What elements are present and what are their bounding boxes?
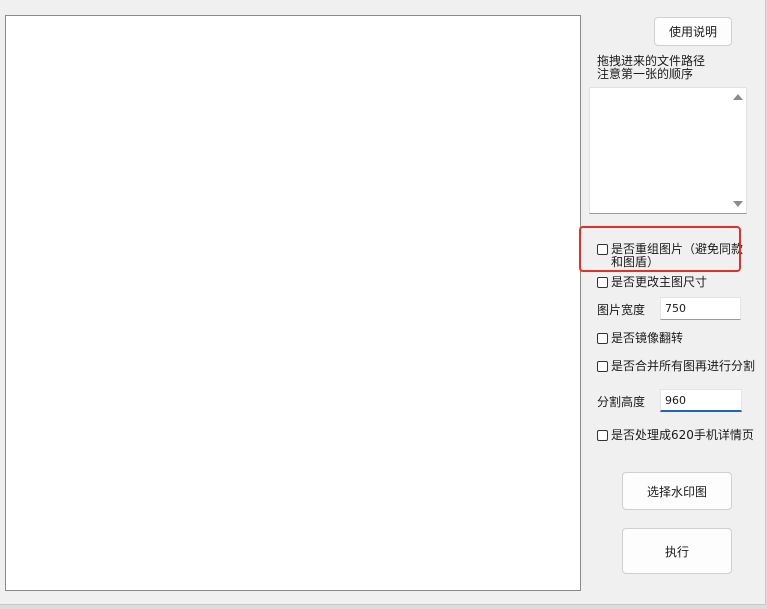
mirror-label: 是否镜像翻转 bbox=[611, 331, 684, 345]
merge-split-option[interactable]: 是否合并所有图再进行分割 bbox=[597, 360, 755, 373]
run-button[interactable]: 执行 bbox=[622, 528, 732, 574]
main-window: 使用说明 拖拽进来的文件路径 注意第一张的顺序 是否重组图片（避免同款和图盾） … bbox=[0, 0, 766, 605]
file-path-list[interactable] bbox=[589, 87, 747, 214]
scroll-up-arrow-icon[interactable] bbox=[733, 94, 743, 100]
width-label: 图片宽度 bbox=[597, 303, 646, 317]
mobile-detail-checkbox[interactable] bbox=[597, 430, 608, 441]
drop-hint: 拖拽进来的文件路径 注意第一张的顺序 bbox=[597, 55, 747, 81]
highlight-box bbox=[579, 226, 741, 272]
path-list-scrollbar[interactable] bbox=[730, 88, 746, 213]
resize-checkbox[interactable] bbox=[597, 277, 608, 288]
mobile-detail-label: 是否处理成620手机详情页 bbox=[611, 428, 754, 442]
split-height-label: 分割高度 bbox=[597, 395, 646, 409]
mirror-option[interactable]: 是否镜像翻转 bbox=[597, 332, 683, 345]
image-drop-area[interactable] bbox=[5, 15, 581, 591]
mobile-detail-option[interactable]: 是否处理成620手机详情页 bbox=[597, 429, 754, 442]
scroll-down-arrow-icon[interactable] bbox=[733, 201, 743, 207]
width-input[interactable]: 750 bbox=[660, 297, 741, 320]
split-height-input[interactable]: 960 bbox=[660, 389, 742, 412]
help-button[interactable]: 使用说明 bbox=[654, 17, 732, 46]
merge-split-checkbox[interactable] bbox=[597, 361, 608, 372]
mirror-checkbox[interactable] bbox=[597, 333, 608, 344]
select-watermark-button[interactable]: 选择水印图 bbox=[622, 472, 732, 510]
resize-label: 是否更改主图尺寸 bbox=[611, 275, 708, 289]
drop-hint-line2: 注意第一张的顺序 bbox=[597, 67, 694, 81]
merge-split-label: 是否合并所有图再进行分割 bbox=[611, 359, 756, 373]
resize-option[interactable]: 是否更改主图尺寸 bbox=[597, 276, 707, 289]
